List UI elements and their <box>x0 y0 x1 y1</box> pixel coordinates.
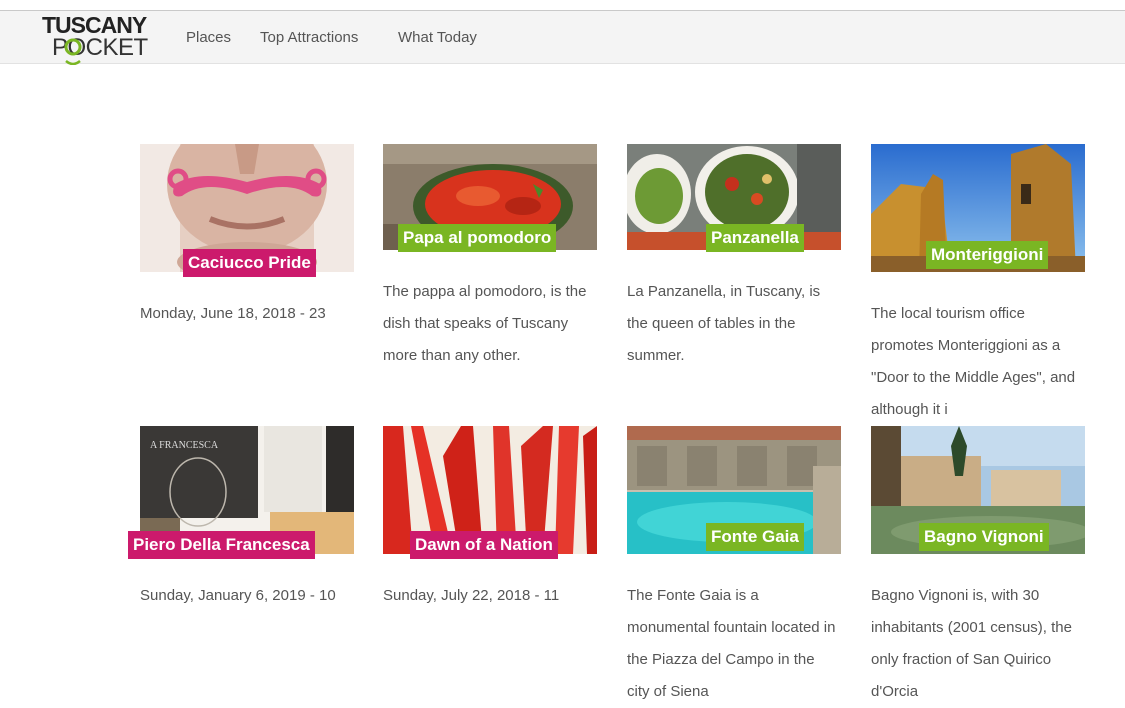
card-description: The pappa al pomodoro, is the dish that … <box>383 283 587 364</box>
svg-text:A FRANCESCA: A FRANCESCA <box>150 440 219 451</box>
nav-link-places[interactable]: Places <box>186 29 231 46</box>
card-description: The Fonte Gaia is a monumental fountain … <box>627 587 836 700</box>
card-date: Sunday, July 22, 2018 - 11 <box>383 587 560 604</box>
card-image[interactable]: Papa al pomodoro <box>383 144 597 252</box>
map-pin-icon <box>64 38 82 65</box>
card-date: Sunday, January 6, 2019 - 10 <box>140 587 336 604</box>
card-image[interactable]: Fonte Gaia <box>627 426 841 554</box>
card-image[interactable]: Dawn of a Nation <box>383 426 597 559</box>
card-caciucco-pride[interactable]: Caciucco Pride Monday, June 18, 2018 - 2… <box>140 144 354 322</box>
tuscany-pocket-logo[interactable]: TUSCANY POCKET <box>42 13 157 65</box>
card-panzanella[interactable]: Panzanella La Panzanella, in Tuscany, is… <box>627 144 841 364</box>
nav-link-what-today[interactable]: What Today <box>398 29 477 46</box>
card-description: Bagno Vignoni is, with 30 inhabitants (2… <box>871 587 1072 700</box>
card-title-tag[interactable]: Piero Della Francesca <box>128 531 315 559</box>
card-title-tag[interactable]: Papa al pomodoro <box>398 224 557 252</box>
card-title-tag[interactable]: Fonte Gaia <box>706 523 804 551</box>
card-fonte-gaia[interactable]: Fonte Gaia The Fonte Gaia is a monumenta… <box>627 426 841 700</box>
card-title-tag[interactable]: Dawn of a Nation <box>410 531 558 559</box>
card-title-tag[interactable]: Bagno Vignoni <box>919 523 1049 551</box>
card-title-tag[interactable]: Monteriggioni <box>926 241 1049 269</box>
navbar: TUSCANY POCKET Places Top Attractions Wh… <box>0 11 1125 65</box>
card-papa-al-pomodoro[interactable]: Papa al pomodoro The pappa al pomodoro, … <box>383 144 597 364</box>
card-bagno-vignoni[interactable]: Bagno Vignoni Bagno Vignoni is, with 30 … <box>871 426 1085 700</box>
card-description: The local tourism office promotes Monter… <box>871 305 1076 418</box>
card-piero-della-francesca[interactable]: A FRANCESCA Piero Della Francesca Sunday… <box>128 426 354 604</box>
card-image[interactable]: Monteriggioni <box>871 144 1085 272</box>
card-image[interactable]: A FRANCESCA Piero Della Francesca <box>128 426 354 559</box>
card-dawn-of-a-nation[interactable]: Dawn of a Nation Sunday, July 22, 2018 -… <box>383 426 597 604</box>
card-date: Monday, June 18, 2018 - 23 <box>140 305 326 322</box>
card-title-tag[interactable]: Panzanella <box>706 224 804 252</box>
nav-link-top-attractions[interactable]: Top Attractions <box>260 29 358 46</box>
card-description: La Panzanella, in Tuscany, is the queen … <box>627 283 821 364</box>
card-monteriggioni[interactable]: Monteriggioni The local tourism office p… <box>871 144 1085 418</box>
card-title-tag[interactable]: Caciucco Pride <box>183 249 316 277</box>
card-image[interactable]: Caciucco Pride <box>140 144 354 277</box>
card-image[interactable]: Panzanella <box>627 144 841 252</box>
card-image[interactable]: Bagno Vignoni <box>871 426 1085 554</box>
